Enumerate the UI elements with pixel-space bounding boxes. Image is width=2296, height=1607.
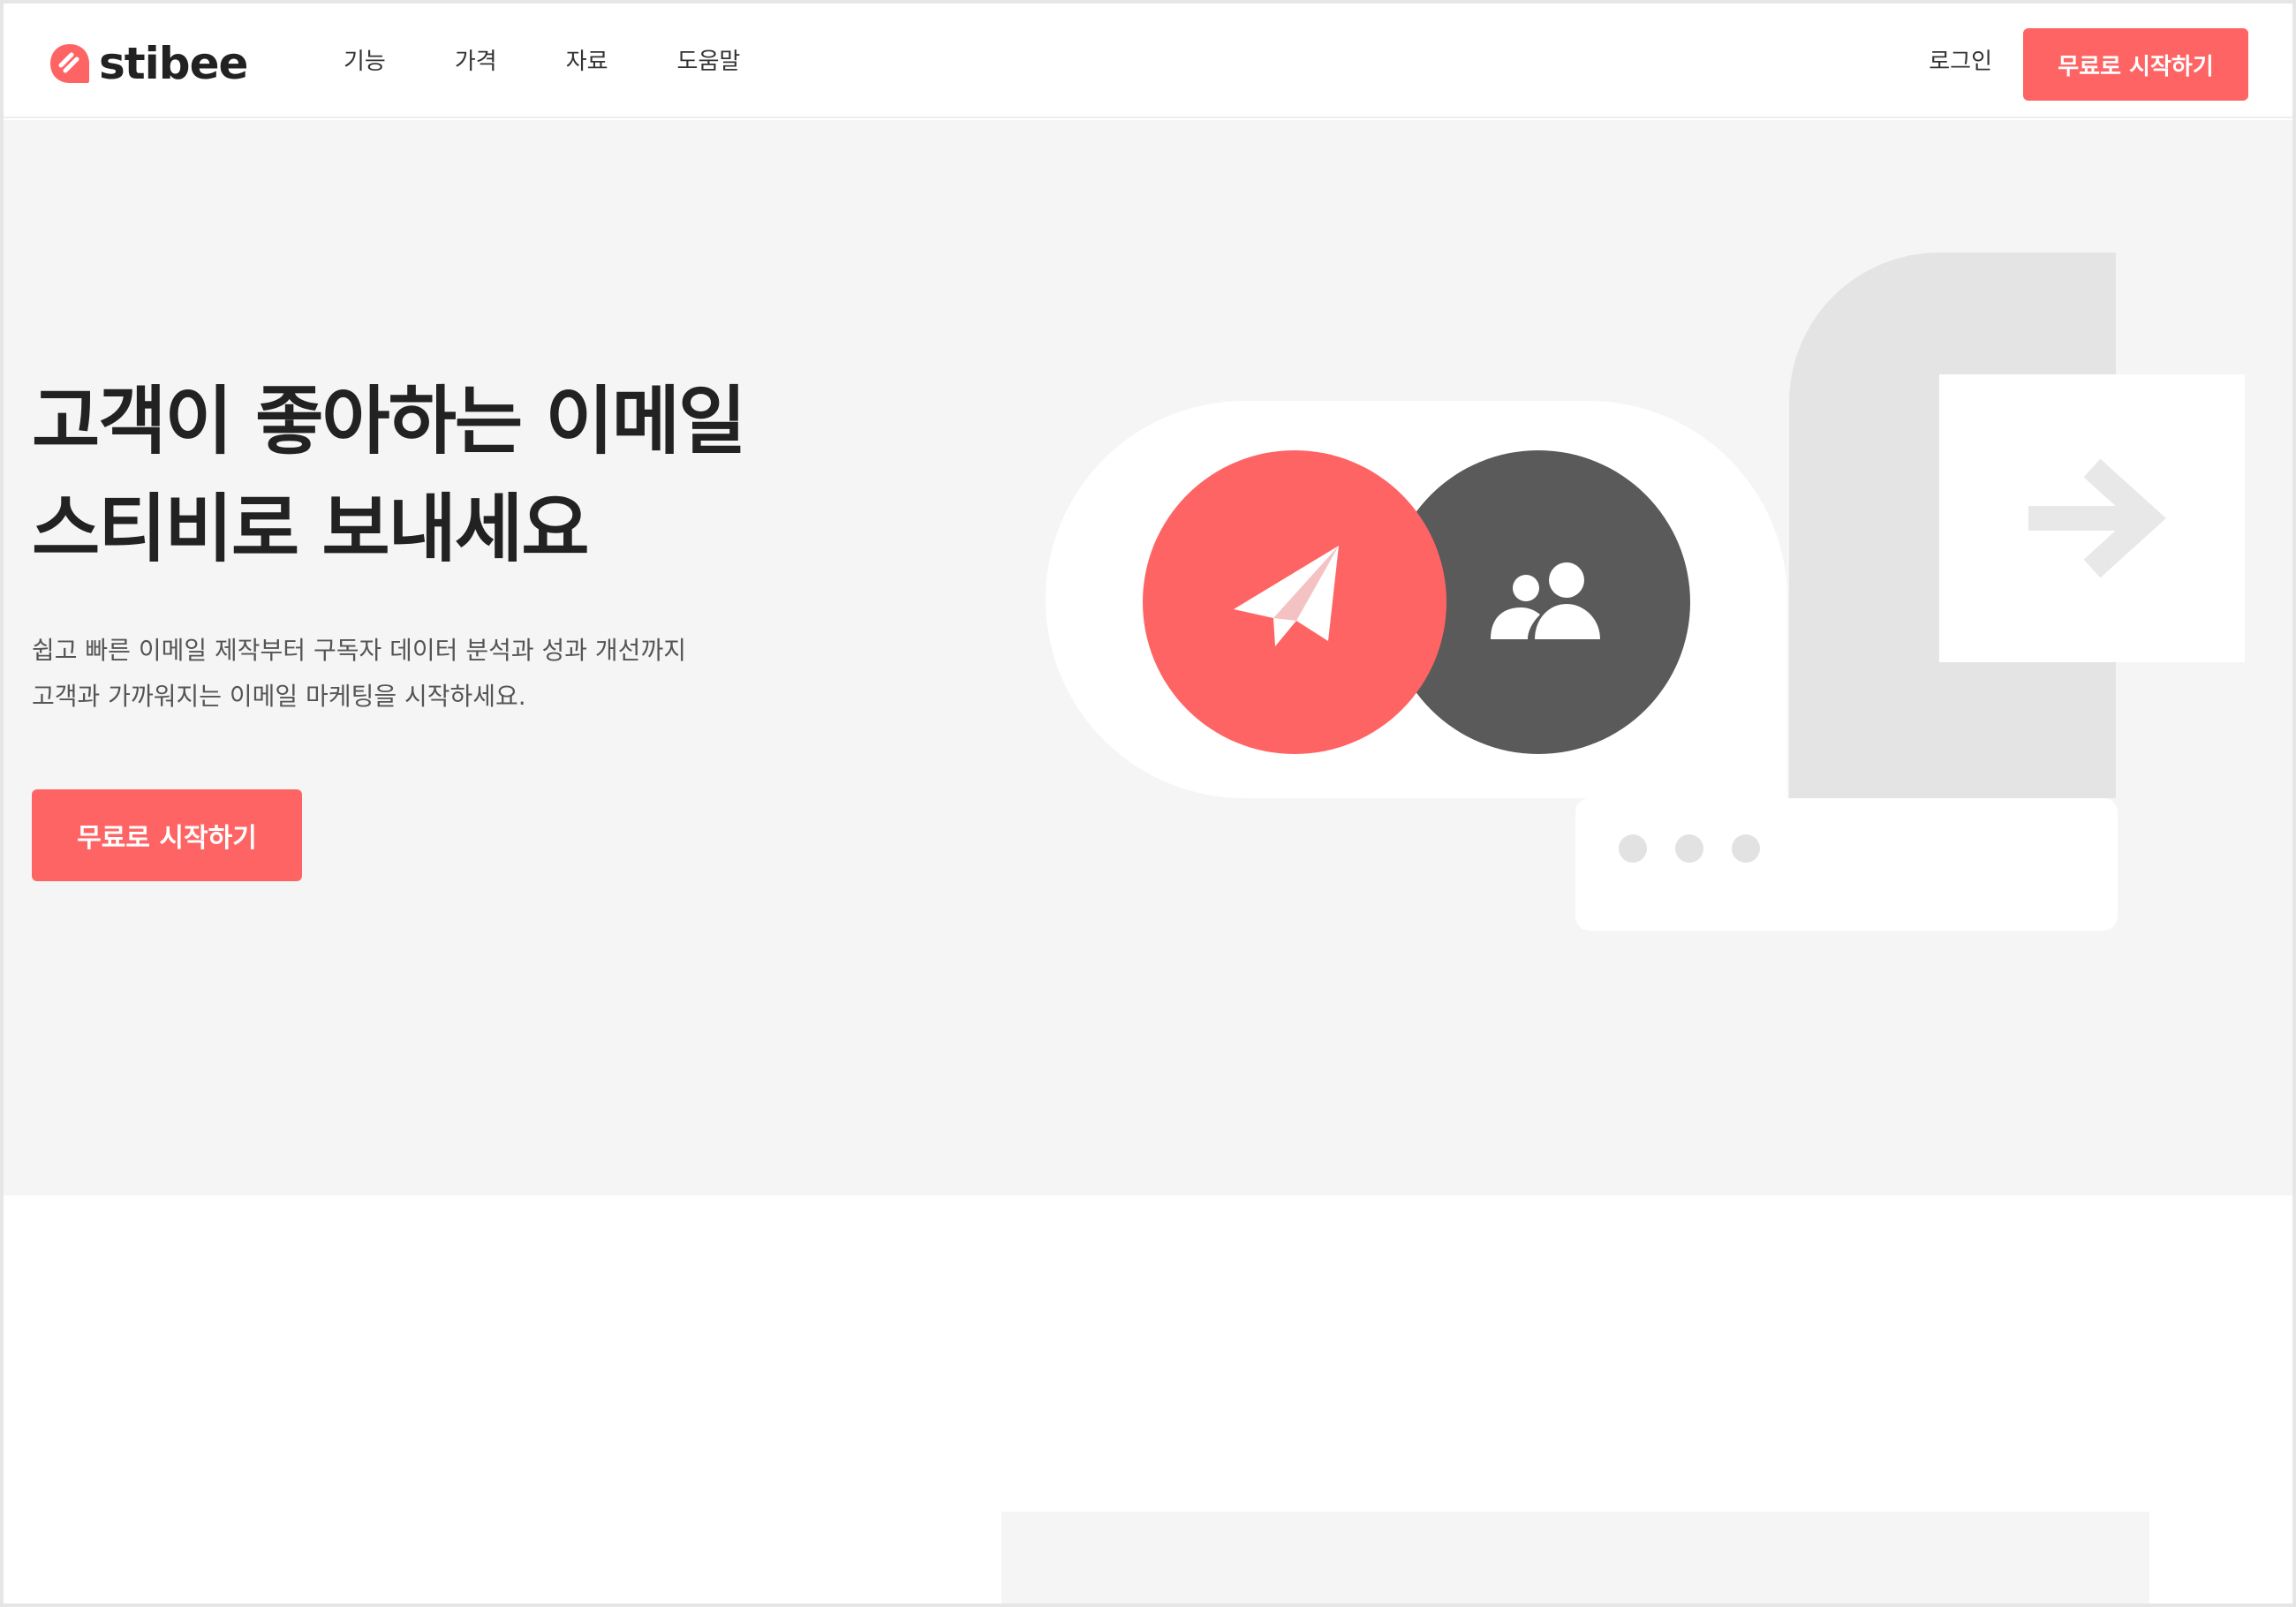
dots-card [1575,798,2118,931]
grey-arch-shape [1789,253,2116,798]
hero-section: 고객이 좋아하는 이메일 스티비로 보내세요 쉽고 빠른 이메일 제작부터 구독… [4,120,2292,1196]
hero-desc-line1: 쉽고 빠른 이메일 제작부터 구독자 데이터 분석과 성과 개선까지 [32,636,686,665]
hero-start-free-button[interactable]: 무료로 시작하기 [32,789,302,881]
dot-2 [1675,834,1703,863]
content-preview-block [1001,1512,2149,1603]
nav-item-help[interactable]: 도움말 [677,44,741,79]
header-start-free-button[interactable]: 무료로 시작하기 [2023,28,2248,101]
hero-title-line2: 스티비로 보내세요 [32,486,589,572]
hero-title: 고객이 좋아하는 이메일 스티비로 보내세요 [32,367,746,583]
logo[interactable]: stibee [48,37,248,90]
hero-title-line1: 고객이 좋아하는 이메일 [32,378,746,464]
paper-plane-icon [1234,546,1339,646]
stibee-logo-icon [50,44,89,83]
page-frame: stibee 기능 가격 자료 도움말 로그인 무료로 시작하기 고객이 좋아하… [0,0,2296,1607]
logo-text: stibee [99,38,248,89]
main-nav: 기능 가격 자료 도움말 [344,44,809,79]
site-header: stibee 기능 가격 자료 도움말 로그인 무료로 시작하기 [4,4,2292,118]
nav-item-resources[interactable]: 자료 [566,44,608,79]
send-circle [1143,450,1446,754]
dot-1 [1619,834,1647,863]
white-pill-shape [1046,401,1787,798]
users-icon [1491,562,1600,639]
hero-description: 쉽고 빠른 이메일 제작부터 구독자 데이터 분석과 성과 개선까지 고객과 가… [32,628,686,720]
dot-3 [1732,834,1760,863]
nav-item-features[interactable]: 기능 [344,44,386,79]
hero-desc-line2: 고객과 가까워지는 이메일 마케팅을 시작하세요. [32,682,526,711]
arrow-card [1939,374,2245,662]
users-circle [1386,450,1690,754]
login-link[interactable]: 로그인 [1929,44,1992,79]
arrow-right-icon [2028,458,2166,578]
nav-item-pricing[interactable]: 가격 [455,44,497,79]
